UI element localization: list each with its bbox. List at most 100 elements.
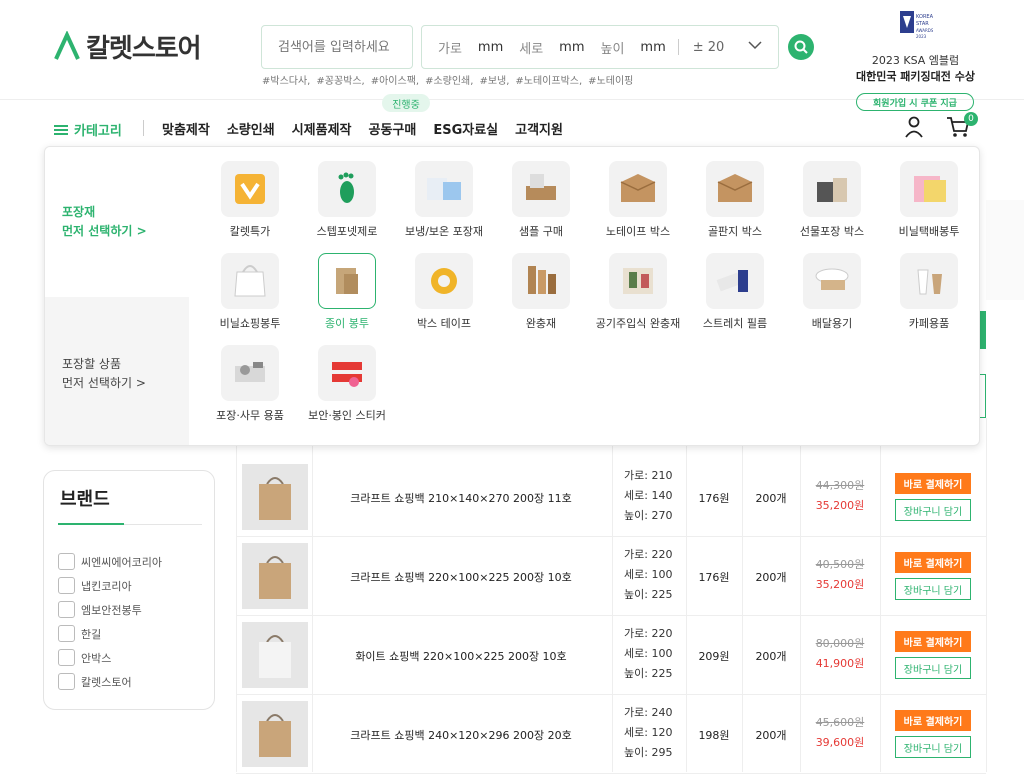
checkbox[interactable] — [58, 673, 75, 690]
tolerance-select[interactable]: ± 20 — [693, 40, 725, 55]
tag-link[interactable]: #아이스팩, — [371, 72, 419, 87]
cup-icon — [900, 253, 958, 309]
table-row: 크라프트 쇼핑백 240×120×296 200장 20호 가로: 240 세로: … — [236, 695, 986, 774]
buy-now-button[interactable]: 바로 결제하기 — [895, 552, 971, 573]
checkbox[interactable] — [58, 553, 75, 570]
tag-link[interactable]: #보냉, — [479, 72, 509, 87]
unit-price: 209원 — [698, 649, 730, 663]
box-icon — [609, 161, 667, 217]
user-icon[interactable] — [904, 116, 924, 138]
logo[interactable]: 칼렛스토어 — [54, 28, 202, 64]
buy-now-button[interactable]: 바로 결제하기 — [895, 473, 971, 494]
nav-item[interactable]: 공동구매 — [369, 119, 417, 138]
dim-depth: 높이: 270 — [624, 509, 673, 522]
paper-bag-icon — [318, 253, 376, 309]
search-button[interactable] — [788, 34, 814, 60]
product-name[interactable]: 화이트 쇼핑백 220×100×225 200장 10호 — [312, 616, 610, 695]
add-to-cart-button[interactable]: 장바구니 담기 — [895, 736, 971, 758]
tag-link[interactable]: #노테이핑 — [588, 72, 633, 87]
nav-item[interactable]: 시제품제작 — [292, 119, 352, 138]
category-label: 샘플 구매 — [519, 225, 563, 238]
category-item[interactable]: 종이 봉투 — [298, 253, 396, 331]
category-item[interactable]: 포장·사무 용품 — [201, 345, 299, 423]
divider — [677, 39, 679, 55]
category-button[interactable]: 카테고리 — [54, 120, 122, 139]
search-input[interactable] — [278, 39, 408, 55]
category-item[interactable]: 카페용품 — [880, 253, 978, 331]
side-box — [980, 374, 986, 418]
nav-item[interactable]: 고객지원 — [515, 119, 563, 138]
category-item[interactable]: 보안·봉인 스티커 — [298, 345, 396, 423]
original-price: 44,300원 — [815, 479, 865, 492]
cushion-icon — [512, 253, 570, 309]
coupon-banner[interactable]: 회원가입 시 쿠폰 지급 — [856, 93, 974, 111]
category-item[interactable]: 선물포장 박스 — [783, 161, 881, 239]
checkbox[interactable] — [58, 649, 75, 666]
product-name[interactable]: 크라프트 쇼핑백 220×100×225 200장 10호 — [312, 537, 610, 616]
quantity: 200개 — [755, 649, 787, 663]
product-dimensions: 가로: 220 세로: 100 높이: 225 — [612, 624, 684, 684]
packaging-first-tab[interactable]: 포장재 먼저 선택하기 > — [45, 147, 189, 297]
dim-height: 세로: 140 — [624, 489, 673, 502]
category-item[interactable]: 칼렛특가 — [201, 161, 299, 239]
product-image[interactable] — [242, 701, 308, 767]
category-item[interactable]: 배달용기 — [783, 253, 881, 331]
tag-link[interactable]: #꽁꽁박스, — [316, 72, 364, 87]
category-item[interactable]: 스트레치 필름 — [686, 253, 784, 331]
nav-item[interactable]: 맞춤제작 — [162, 119, 210, 138]
category-label: 카테고리 — [74, 124, 122, 139]
width-unit[interactable]: mm — [478, 40, 503, 55]
depth-label: 높이 — [600, 41, 625, 57]
category-item[interactable]: 완충재 — [492, 253, 590, 331]
dimension-filter[interactable]: 가로 mm 세로 mm 높이 mm ± 20 — [421, 25, 779, 69]
category-item[interactable]: 비닐쇼핑봉투 — [201, 253, 299, 331]
category-item[interactable]: 샘플 구매 — [492, 161, 590, 239]
category-label: 포장·사무 용품 — [216, 409, 284, 422]
tag-link[interactable]: #노테이프박스, — [515, 72, 582, 87]
brand-checkbox-item[interactable]: 엠보안전봉투 — [58, 601, 142, 618]
original-price: 45,600원 — [815, 716, 865, 729]
buy-now-button[interactable]: 바로 결제하기 — [895, 631, 971, 652]
nav-item[interactable]: ESG자료실 — [433, 119, 498, 138]
chevron-down-icon[interactable] — [748, 38, 762, 56]
brand-checkbox-item[interactable]: 한길 — [58, 625, 101, 642]
product-first-tab[interactable]: 포장할 상품 먼저 선택하기 > — [45, 297, 189, 445]
depth-unit[interactable]: mm — [640, 40, 665, 55]
brand-checkbox-item[interactable]: 안박스 — [58, 649, 111, 666]
add-to-cart-button[interactable]: 장바구니 담기 — [895, 499, 971, 521]
brand-checkbox-item[interactable]: 냅킨코리아 — [58, 577, 132, 594]
category-item[interactable]: 스텝포넷제로 — [298, 161, 396, 239]
checkbox[interactable] — [58, 625, 75, 642]
product-name[interactable]: 크라프트 쇼핑백 240×120×296 200장 20호 — [312, 695, 610, 774]
buy-now-button[interactable]: 바로 결제하기 — [895, 710, 971, 731]
category-item[interactable]: 보냉/보온 포장재 — [395, 161, 493, 239]
product-name[interactable]: 크라프트 쇼핑백 210×140×270 200장 11호 — [312, 458, 610, 537]
nav-item[interactable]: 소량인쇄 — [227, 119, 275, 138]
air-cushion-icon — [609, 253, 667, 309]
sale-price: 35,200원 — [815, 499, 865, 512]
product-image[interactable] — [242, 622, 308, 688]
brand-checkbox-item[interactable]: 칼렛스토어 — [58, 673, 132, 690]
category-label: 배달용기 — [811, 317, 853, 330]
add-to-cart-button[interactable]: 장바구니 담기 — [895, 578, 971, 600]
tab-line: 먼저 선택하기 > — [62, 224, 147, 238]
category-label: 비닐택배봉투 — [898, 225, 960, 238]
category-item[interactable]: 박스 테이프 — [395, 253, 493, 331]
tag-link[interactable]: #박스다사, — [262, 72, 310, 87]
product-image[interactable] — [242, 543, 308, 609]
dispenser-icon — [221, 345, 279, 401]
category-item[interactable]: 비닐택배봉투 — [880, 161, 978, 239]
category-item[interactable]: 공기주입식 완충재 — [589, 253, 687, 331]
checkbox[interactable] — [58, 577, 75, 594]
category-item[interactable]: 골판지 박스 — [686, 161, 784, 239]
add-to-cart-button[interactable]: 장바구니 담기 — [895, 657, 971, 679]
original-price: 80,000원 — [815, 637, 865, 650]
brand-checkbox-item[interactable]: 씨엔씨에어코리아 — [58, 553, 162, 570]
search-box[interactable] — [261, 25, 413, 69]
category-item[interactable]: 노테이프 박스 — [589, 161, 687, 239]
checkbox[interactable] — [58, 601, 75, 618]
tag-link[interactable]: #소량인쇄, — [425, 72, 473, 87]
product-image[interactable] — [242, 464, 308, 530]
cart-count-badge: 0 — [964, 112, 978, 126]
height-unit[interactable]: mm — [559, 40, 584, 55]
